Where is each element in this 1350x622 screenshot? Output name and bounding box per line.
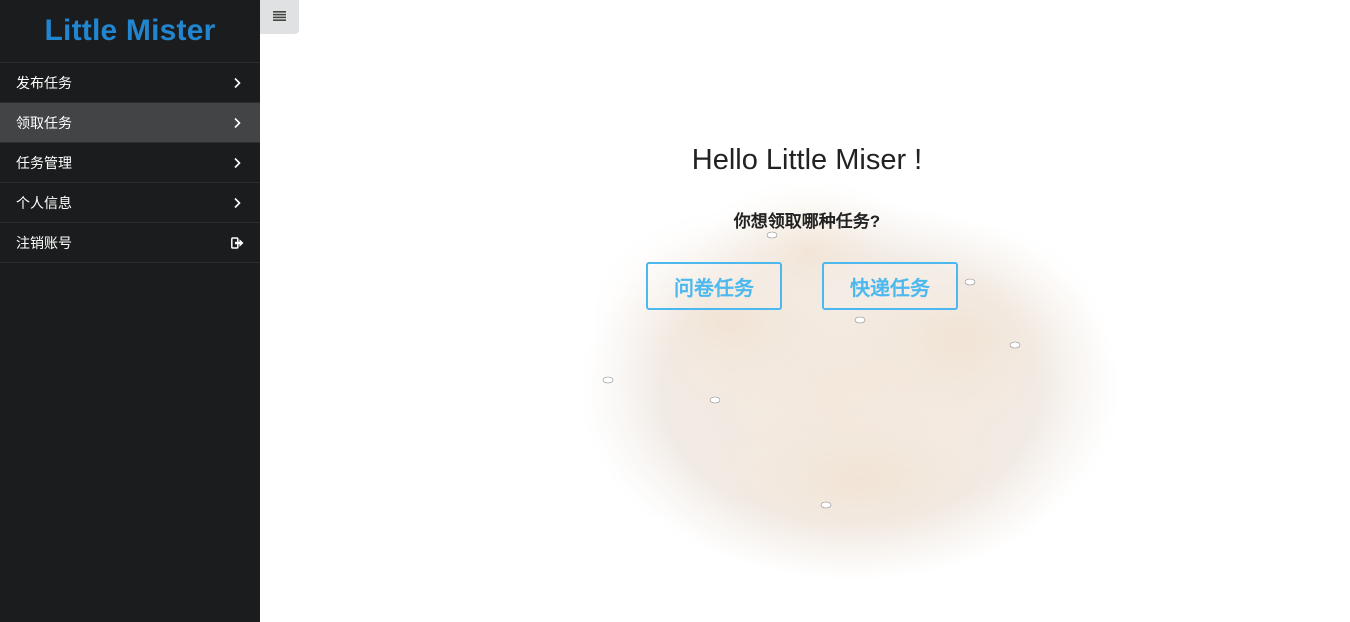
cloud-background-illustration xyxy=(580,180,1120,580)
sidebar-item-task-management[interactable]: 任务管理 xyxy=(0,143,260,183)
sidebar-menu: 发布任务 领取任务 任务管理 个人信息 注销账号 xyxy=(0,62,260,263)
task-question: 你想领取哪种任务? xyxy=(733,212,881,231)
sidebar-item-personal-info[interactable]: 个人信息 xyxy=(0,183,260,223)
survey-task-button[interactable]: 问卷任务 xyxy=(646,262,782,310)
chevron-right-icon xyxy=(230,76,244,90)
sign-out-icon xyxy=(230,236,244,250)
main-content: Hello Little Miser ! 你想领取哪种任务? 问卷任务 快递任务 xyxy=(260,0,1350,622)
chevron-right-icon xyxy=(230,196,244,210)
sidebar-item-logout[interactable]: 注销账号 xyxy=(0,223,260,263)
sidebar: Little Mister 发布任务 领取任务 任务管理 个人信息 注销账号 xyxy=(0,0,260,622)
sidebar-item-claim-task[interactable]: 领取任务 xyxy=(0,103,260,143)
sidebar-item-label: 领取任务 xyxy=(16,114,72,131)
chevron-right-icon xyxy=(230,156,244,170)
app-root: Little Mister 发布任务 领取任务 任务管理 个人信息 注销账号 H… xyxy=(0,0,1350,622)
brand-title: Little Mister xyxy=(44,14,216,47)
chevron-right-icon xyxy=(230,116,244,130)
sidebar-item-label: 任务管理 xyxy=(16,154,72,171)
express-task-button[interactable]: 快递任务 xyxy=(822,262,958,310)
sidebar-item-label: 注销账号 xyxy=(16,234,72,251)
sidebar-item-label: 发布任务 xyxy=(16,74,72,91)
sidebar-item-publish-task[interactable]: 发布任务 xyxy=(0,63,260,103)
sidebar-item-label: 个人信息 xyxy=(16,194,72,211)
greeting-heading: Hello Little Miser ! xyxy=(691,144,923,176)
